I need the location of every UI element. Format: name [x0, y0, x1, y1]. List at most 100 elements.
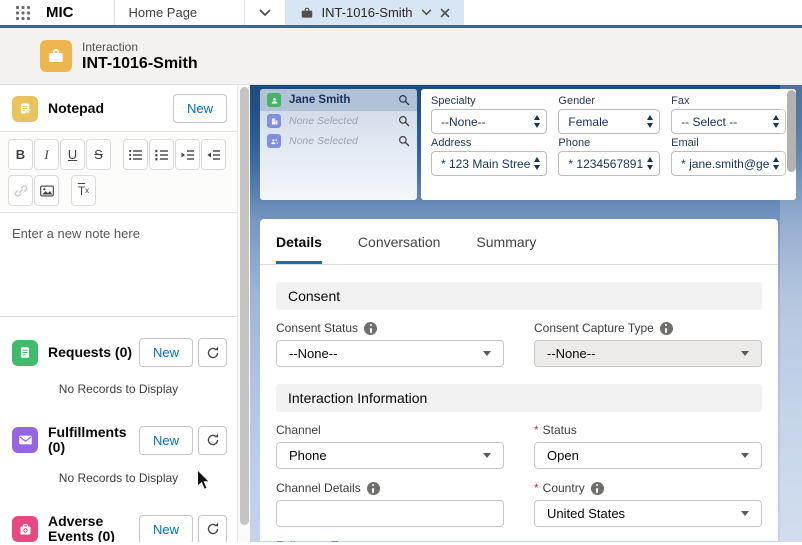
interaction-record-icon [40, 40, 72, 72]
link-button[interactable] [8, 175, 33, 206]
outdent-button[interactable] [201, 139, 226, 170]
search-icon[interactable] [398, 94, 410, 106]
fulfillments-refresh-button[interactable] [198, 426, 227, 455]
interaction-info-section-header: Interaction Information [276, 384, 762, 412]
tab-conversation[interactable]: Conversation [358, 234, 441, 264]
chevron-down-icon [483, 351, 491, 356]
stepper-arrows-icon [534, 115, 540, 128]
consent-status-label: Consent Status [276, 321, 358, 335]
channel-details-input[interactable] [276, 500, 504, 527]
sidebar-scrollbar[interactable] [237, 85, 250, 542]
phone-value: * 1234567891 [568, 157, 643, 171]
bullet-list-button[interactable] [123, 139, 148, 170]
requests-refresh-button[interactable] [198, 338, 227, 367]
followup-label: Follow-up To [276, 539, 344, 542]
status-field: * Status Open [534, 423, 762, 469]
country-select[interactable]: United States [534, 500, 762, 527]
address-select[interactable]: * 123 Main Stree [431, 151, 547, 176]
underline-button[interactable]: U [60, 139, 85, 170]
info-icon[interactable] [364, 322, 377, 335]
status-value: Open [547, 448, 741, 463]
gender-select[interactable]: Female [558, 109, 660, 134]
people-icon [267, 134, 281, 148]
search-icon[interactable] [398, 115, 410, 127]
app-launcher-icon[interactable] [0, 0, 46, 25]
notepad-new-button[interactable]: New [173, 94, 227, 123]
consent-status-value: --None-- [289, 346, 483, 361]
specialty-select[interactable]: --None-- [431, 109, 547, 134]
note-input[interactable] [0, 213, 237, 311]
adverse-events-new-button[interactable]: New [139, 515, 193, 542]
italic-button[interactable]: I [34, 139, 59, 170]
channel-details-label: Channel Details [276, 481, 361, 495]
info-icon[interactable] [660, 322, 673, 335]
tab-summary[interactable]: Summary [476, 234, 536, 264]
channel-details-field: Channel Details [276, 481, 504, 527]
record-detail-card: Details Conversation Summary Consent Con… [260, 219, 778, 541]
specialty-value: --None-- [441, 115, 530, 129]
consent-status-field: Consent Status --None-- [276, 321, 504, 367]
image-button[interactable] [34, 175, 59, 206]
fulfillments-header: Fulfillments (0) New [0, 416, 237, 464]
chevron-down-icon [741, 453, 749, 458]
requests-header: Requests (0) New [0, 329, 237, 375]
tab-details[interactable]: Details [276, 234, 322, 264]
requests-icon [12, 340, 38, 366]
fax-label: Fax [671, 95, 786, 107]
required-asterisk: * [534, 481, 539, 495]
stepper-arrows-icon [647, 115, 653, 128]
top-nav: MIC Home Page INT-1016-Smith [0, 0, 802, 28]
adverse-events-header: Adverse Events (0) New [0, 505, 237, 542]
waffle-grid-icon [15, 5, 31, 21]
email-value: * jane.smith@ge [681, 157, 769, 171]
channel-select[interactable]: Phone [276, 442, 504, 469]
tab-close-icon[interactable] [440, 8, 450, 18]
fulfillments-new-button[interactable]: New [139, 426, 193, 455]
tab-record[interactable]: INT-1016-Smith [286, 0, 464, 25]
participant-row-contacts[interactable]: None Selected [260, 131, 417, 151]
consent-capture-type-select: --None-- [534, 340, 762, 367]
phone-select[interactable]: * 1234567891 [558, 151, 660, 176]
numbered-list-button[interactable] [149, 139, 174, 170]
stepper-arrows-icon [773, 115, 779, 128]
requests-new-button[interactable]: New [139, 338, 193, 367]
refresh-icon [206, 522, 220, 536]
participant-row-account[interactable]: None Selected [260, 111, 417, 131]
chevron-down-icon [741, 351, 749, 356]
info-icon[interactable] [367, 482, 380, 495]
fulfillments-icon [12, 427, 38, 453]
rich-text-toolbar: B I U S [0, 132, 237, 213]
info-icon[interactable] [591, 482, 604, 495]
briefcase-icon [47, 47, 65, 65]
bold-button[interactable]: B [8, 139, 33, 170]
person-icon [267, 93, 281, 107]
chevron-down-icon [741, 511, 749, 516]
tab-record-chevron-icon[interactable] [421, 9, 432, 16]
indent-button[interactable] [175, 139, 200, 170]
chevron-down-icon [483, 453, 491, 458]
email-select[interactable]: * jane.smith@ge [671, 151, 786, 176]
strikethrough-button[interactable]: S [86, 139, 111, 170]
status-select[interactable]: Open [534, 442, 762, 469]
channel-label: Channel [276, 423, 321, 437]
tab-home-page[interactable]: Home Page [114, 0, 244, 25]
notepad-title: Notepad [48, 101, 173, 116]
app-name: MIC [46, 0, 114, 25]
consent-status-select[interactable]: --None-- [276, 340, 504, 367]
specialty-label: Specialty [431, 95, 547, 107]
app-window: MIC Home Page INT-1016-Smith [0, 0, 802, 545]
status-label: Status [543, 423, 577, 437]
consent-capture-type-label: Consent Capture Type [534, 321, 654, 335]
search-icon[interactable] [398, 135, 410, 147]
clear-formatting-button[interactable]: Tx [71, 175, 96, 206]
notepad-header: Notepad New [0, 85, 237, 131]
tab-home-chevron-button[interactable] [244, 0, 286, 25]
consent-capture-type-value: --None-- [547, 346, 741, 361]
participant-row-patient[interactable]: Jane Smith [260, 89, 417, 111]
adverse-events-refresh-button[interactable] [198, 515, 227, 542]
address-value: * 123 Main Stree [441, 157, 530, 171]
fax-select[interactable]: -- Select -- [671, 109, 786, 134]
participant-name: None Selected [289, 115, 398, 127]
sidebar-scrollbar-thumb[interactable] [240, 87, 249, 525]
panel-scrollbar-thumb[interactable] [787, 90, 796, 172]
